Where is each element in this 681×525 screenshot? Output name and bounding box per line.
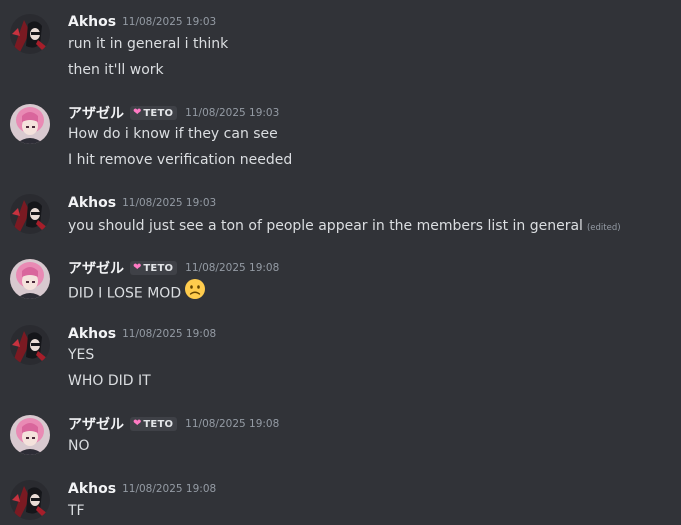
message-text: WHO DID IT <box>68 373 151 389</box>
avatar-azazel[interactable] <box>10 259 50 299</box>
slightly-frowning-face-emoji-icon[interactable] <box>184 278 206 306</box>
avatar-azazel[interactable] <box>10 415 50 455</box>
timestamp[interactable]: 11/08/2025 19:03 <box>122 197 216 209</box>
message-text: How do i know if they can see <box>68 126 278 142</box>
message-text: DID I LOSE MOD <box>68 285 182 302</box>
azazel-avatar-icon <box>10 415 50 455</box>
avatar-akhos[interactable] <box>10 14 50 54</box>
server-tag[interactable]: ❤ TETO <box>130 261 178 275</box>
server-tag[interactable]: ❤ TETO <box>130 417 178 431</box>
timestamp[interactable]: 11/08/2025 19:03 <box>122 16 216 28</box>
message-line: DID I LOSE MOD <box>68 279 206 302</box>
username[interactable]: Akhos <box>68 481 116 497</box>
message-text: run it in general i think <box>68 36 229 52</box>
timestamp[interactable]: 11/08/2025 19:08 <box>185 262 279 274</box>
message-text: NO <box>68 438 90 454</box>
message-text: then it'll work <box>68 62 164 78</box>
azazel-avatar-icon <box>10 259 50 299</box>
akhos-avatar-icon <box>10 194 50 234</box>
timestamp[interactable]: 11/08/2025 19:08 <box>185 418 279 430</box>
avatar-akhos[interactable] <box>10 194 50 234</box>
timestamp[interactable]: 11/08/2025 19:08 <box>122 328 216 340</box>
server-tag-label: TETO <box>143 107 174 119</box>
username[interactable]: Akhos <box>68 14 116 30</box>
akhos-avatar-icon <box>10 325 50 365</box>
heart-icon: ❤ <box>133 418 142 429</box>
message-text: I hit remove verification needed <box>68 152 293 168</box>
username[interactable]: Akhos <box>68 326 116 342</box>
username[interactable]: アザゼル <box>68 103 124 123</box>
username[interactable]: Akhos <box>68 195 116 211</box>
edited-label[interactable]: (edited) <box>587 223 621 233</box>
heart-icon: ❤ <box>133 262 142 273</box>
avatar-akhos[interactable] <box>10 325 50 365</box>
message-text: YES <box>68 347 95 363</box>
heart-icon: ❤ <box>133 107 142 118</box>
username[interactable]: アザゼル <box>68 258 124 278</box>
message-text: TF <box>68 503 85 519</box>
server-tag-label: TETO <box>143 418 174 430</box>
akhos-avatar-icon <box>10 14 50 54</box>
username[interactable]: アザゼル <box>68 414 124 434</box>
avatar-akhos[interactable] <box>10 480 50 520</box>
server-tag-label: TETO <box>143 262 174 274</box>
chat-message-list[interactable]: Akhos 11/08/2025 19:03 run it in general… <box>0 0 681 525</box>
timestamp[interactable]: 11/08/2025 19:08 <box>122 483 216 495</box>
frowning-face-icon <box>185 279 206 299</box>
timestamp[interactable]: 11/08/2025 19:03 <box>185 107 279 119</box>
akhos-avatar-icon <box>10 480 50 520</box>
message-line: you should just see a ton of people appe… <box>68 216 621 236</box>
avatar-azazel[interactable] <box>10 104 50 144</box>
message-text: you should just see a ton of people appe… <box>68 218 583 234</box>
server-tag[interactable]: ❤ TETO <box>130 106 178 120</box>
azazel-avatar-icon <box>10 104 50 144</box>
